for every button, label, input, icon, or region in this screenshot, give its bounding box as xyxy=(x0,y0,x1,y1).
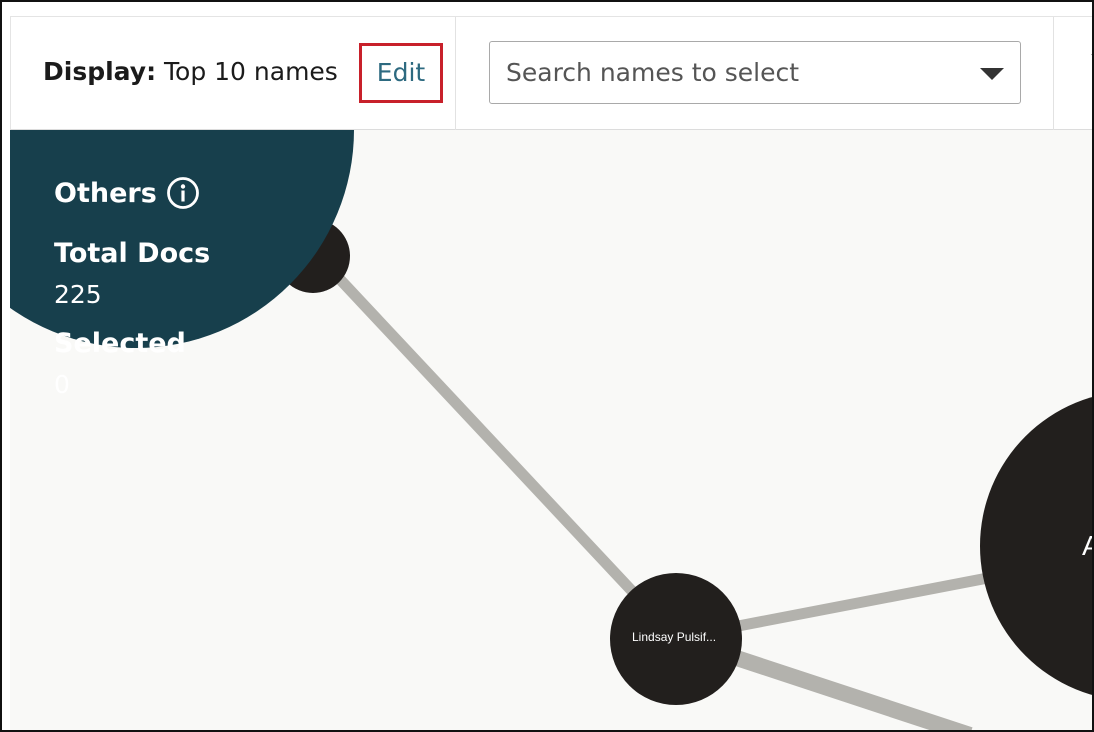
selected-value: 0 xyxy=(54,370,70,399)
display-value: Top 10 names xyxy=(164,57,338,86)
selected-label: Selected xyxy=(54,328,186,359)
toolbar-divider xyxy=(1053,17,1054,130)
toolbar-divider xyxy=(455,17,456,130)
graph-canvas[interactable]: Lindsay Pulsif... A Others Total Docs 22… xyxy=(10,130,1094,730)
display-prefix: Display: xyxy=(43,57,157,86)
info-icon[interactable] xyxy=(166,176,200,210)
edit-highlight: Edit xyxy=(359,43,443,103)
app-frame: Display: Top 10 names Edit Search names … xyxy=(0,0,1094,732)
others-title: Others xyxy=(54,178,157,209)
edit-link[interactable]: Edit xyxy=(362,46,440,100)
graph-edge xyxy=(315,254,681,642)
graph-node-lindsay[interactable] xyxy=(610,573,742,705)
total-docs-label: Total Docs xyxy=(54,238,211,269)
graph-node-large[interactable] xyxy=(980,391,1094,701)
toolbar: Display: Top 10 names Edit Search names … xyxy=(10,16,1092,130)
chevron-down-icon xyxy=(980,68,1004,80)
total-docs-value: 225 xyxy=(54,280,102,309)
display-setting: Display: Top 10 names xyxy=(43,57,338,86)
search-names-placeholder: Search names to select xyxy=(506,58,800,87)
search-names-select[interactable]: Search names to select xyxy=(489,41,1021,104)
network-graph xyxy=(10,130,1094,730)
